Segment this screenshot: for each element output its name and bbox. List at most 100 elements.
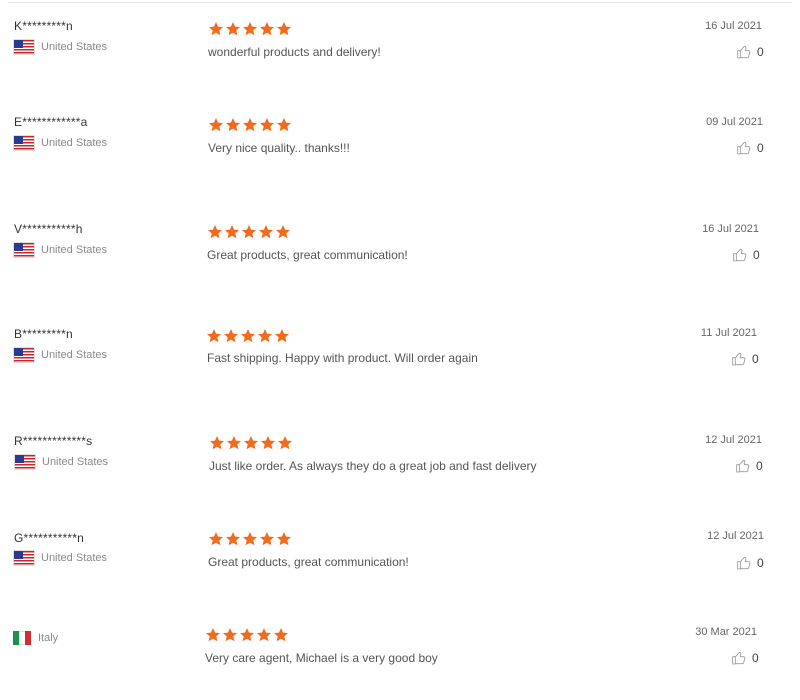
thumbs-up-icon	[732, 352, 746, 366]
reviewer-name: B*********n	[14, 327, 73, 341]
star-icon	[207, 329, 221, 343]
star-rating	[208, 531, 292, 547]
country-name: United States	[42, 456, 109, 468]
like-button[interactable]: 0	[736, 555, 764, 571]
reviewer-name: E************a	[14, 115, 88, 129]
like-count: 0	[756, 459, 763, 473]
star-rating	[208, 117, 292, 133]
star-icon	[259, 225, 273, 239]
review-item: E************a United States Very nice q…	[0, 96, 800, 176]
star-icon	[261, 436, 275, 450]
thumbs-up-icon	[736, 459, 750, 473]
review-date: 12 Jul 2021	[707, 530, 764, 542]
country-name: United States	[41, 244, 108, 256]
review-item: V***********h United States Great produc…	[0, 203, 800, 283]
like-count: 0	[752, 651, 759, 665]
star-icon	[243, 532, 257, 546]
like-button[interactable]: 0	[731, 351, 759, 367]
reviewer-name: R*************s	[14, 434, 93, 448]
us-flag-icon	[14, 243, 34, 257]
like-button[interactable]: 0	[732, 247, 760, 263]
country-name: United States	[41, 349, 108, 361]
like-count: 0	[757, 556, 764, 570]
star-icon	[258, 329, 272, 343]
reviewer-country: United States	[14, 348, 107, 362]
like-button[interactable]: 0	[735, 458, 763, 474]
like-button[interactable]: 0	[736, 44, 764, 60]
review-date: 11 Jul 2021	[700, 327, 757, 339]
review-date: 16 Jul 2021	[702, 223, 759, 235]
star-icon	[224, 329, 238, 343]
star-rating	[209, 435, 293, 451]
star-icon	[274, 628, 288, 642]
star-icon	[225, 225, 239, 239]
like-button[interactable]: 0	[731, 650, 759, 666]
like-count: 0	[753, 248, 760, 262]
review-item: Italy Very care agent, Michael is a very…	[0, 610, 800, 690]
star-icon	[276, 225, 290, 239]
us-flag-icon	[14, 348, 34, 362]
reviewer-name: G***********n	[14, 531, 84, 545]
star-icon	[260, 22, 274, 36]
review-item: G***********n United States Great produc…	[0, 512, 800, 592]
star-icon	[277, 118, 291, 132]
review-date: 30 Mar 2021	[695, 626, 757, 638]
like-count: 0	[757, 45, 764, 59]
star-rating	[208, 21, 292, 37]
star-icon	[209, 118, 223, 132]
star-icon	[209, 532, 223, 546]
review-text: Very care agent, Michael is a very good …	[205, 651, 438, 665]
star-icon	[277, 532, 291, 546]
reviewer-country: United States	[14, 551, 107, 565]
thumbs-up-icon	[733, 248, 747, 262]
star-icon	[208, 225, 222, 239]
review-item: B*********n United States Fast shipping.…	[0, 308, 800, 388]
review-text: Just like order. As always they do a gre…	[209, 459, 537, 473]
like-count: 0	[752, 352, 759, 366]
review-text: wonderful products and delivery!	[208, 45, 381, 59]
star-icon	[260, 118, 274, 132]
star-icon	[275, 329, 289, 343]
reviewer-country: United States	[15, 455, 108, 469]
reviewer-name: V***********h	[14, 222, 83, 236]
review-text: Great products, great communication!	[208, 555, 409, 569]
review-text: Great products, great communication!	[207, 248, 408, 262]
star-icon	[277, 22, 291, 36]
star-icon	[243, 118, 257, 132]
review-item: K*********n United States wonderful prod…	[0, 0, 800, 80]
star-icon	[227, 436, 241, 450]
star-icon	[209, 22, 223, 36]
star-icon	[278, 436, 292, 450]
reviewer-country: Italy	[13, 631, 58, 645]
review-date: 16 Jul 2021	[705, 20, 762, 32]
thumbs-up-icon	[737, 45, 751, 59]
star-icon	[226, 118, 240, 132]
us-flag-icon	[14, 551, 34, 565]
star-rating	[207, 224, 291, 240]
like-button[interactable]: 0	[736, 140, 764, 156]
star-icon	[257, 628, 271, 642]
country-name: United States	[41, 552, 108, 564]
us-flag-icon	[14, 136, 34, 150]
star-icon	[210, 436, 224, 450]
star-icon	[223, 628, 237, 642]
thumbs-up-icon	[732, 651, 746, 665]
review-text: Fast shipping. Happy with product. Will …	[207, 351, 478, 365]
review-text: Very nice quality.. thanks!!!	[208, 141, 350, 155]
country-name: Italy	[38, 632, 59, 644]
star-icon	[240, 628, 254, 642]
reviewer-country: United States	[14, 243, 107, 257]
star-rating	[205, 627, 289, 643]
star-icon	[226, 22, 240, 36]
reviewer-country: United States	[14, 40, 107, 54]
like-count: 0	[757, 141, 764, 155]
country-name: United States	[41, 41, 108, 53]
star-icon	[244, 436, 258, 450]
review-date: 09 Jul 2021	[706, 116, 763, 128]
star-icon	[226, 532, 240, 546]
star-icon	[260, 532, 274, 546]
thumbs-up-icon	[737, 141, 751, 155]
us-flag-icon	[15, 455, 35, 469]
reviewer-country: United States	[14, 136, 107, 150]
star-rating	[206, 328, 290, 344]
